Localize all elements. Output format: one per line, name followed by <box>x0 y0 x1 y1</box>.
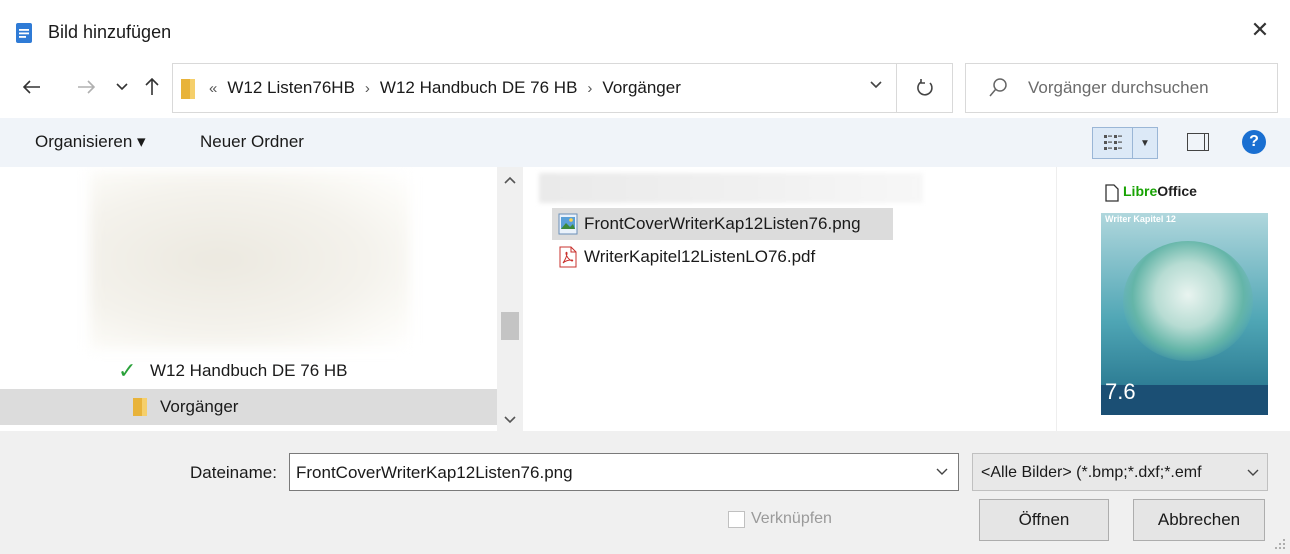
help-icon[interactable]: ? <box>1242 130 1266 154</box>
writer-document-icon <box>16 23 32 43</box>
scroll-up-icon[interactable] <box>497 171 523 187</box>
tree-item-label: W12 Handbuch DE 76 HB <box>150 361 348 380</box>
preview-pane: LibreOffice Writer Kapitel 12 7.6 <box>1056 167 1290 431</box>
title-bar: Bild hinzufügen ✕ <box>0 0 1290 60</box>
breadcrumb-item[interactable]: W12 Listen76HB <box>227 78 355 98</box>
view-options[interactable]: ▼ <box>1092 127 1158 159</box>
file-name: FrontCoverWriterKap12Listen76.png <box>584 214 861 233</box>
cover-brand: LibreOffice <box>1123 183 1197 199</box>
breadcrumb-overflow[interactable]: « <box>209 80 217 97</box>
breadcrumb-item[interactable]: Vorgänger <box>602 78 680 98</box>
cancel-button[interactable]: Abbrechen <box>1133 499 1265 541</box>
file-type-value: <Alle Bilder> (*.bmp;*.dxf;*.emf <box>981 464 1202 481</box>
breadcrumb-item[interactable]: W12 Handbuch DE 76 HB <box>380 78 578 98</box>
file-item-pdf[interactable]: WriterKapitel12ListenLO76.pdf <box>552 241 893 273</box>
refresh-button[interactable] <box>897 63 953 113</box>
open-button[interactable]: Öffnen <box>979 499 1109 541</box>
folder-icon <box>133 398 147 416</box>
image-file-icon <box>558 213 578 235</box>
search-input[interactable]: Vorgänger durchsuchen <box>965 63 1278 113</box>
tree-scrollbar[interactable] <box>497 167 523 431</box>
resize-grip-icon[interactable] <box>1274 538 1286 550</box>
refresh-icon <box>916 79 933 96</box>
chevron-down-icon[interactable] <box>108 72 136 102</box>
address-dropdown-icon[interactable] <box>870 76 882 94</box>
search-icon <box>989 78 1007 97</box>
cover-preview-image: LibreOffice Writer Kapitel 12 7.6 <box>1101 179 1268 415</box>
navigation-bar: « W12 Listen76HB › W12 Handbuch DE 76 HB… <box>0 60 1290 114</box>
navigation-pane: ✓ W12 Handbuch DE 76 HB Vorgänger <box>0 167 497 431</box>
scroll-down-icon[interactable] <box>497 411 523 427</box>
preview-pane-icon[interactable] <box>1187 133 1209 151</box>
cover-brand-libre: Libre <box>1123 183 1158 199</box>
search-placeholder: Vorgänger durchsuchen <box>1028 78 1209 97</box>
check-icon: ✓ <box>118 358 137 383</box>
tree-item-vorganger[interactable]: Vorgänger <box>0 389 497 425</box>
view-dropdown-icon[interactable]: ▼ <box>1133 128 1157 158</box>
blurred-header <box>539 173 923 203</box>
cover-subtitle: Writer Kapitel 12 <box>1105 214 1176 224</box>
folder-icon <box>181 79 195 99</box>
cover-brand-office: Office <box>1157 183 1197 199</box>
chevron-down-icon[interactable] <box>1243 464 1259 480</box>
cover-version: 7.6 <box>1105 379 1136 404</box>
link-checkbox-label: Verknüpfen <box>751 510 832 527</box>
libreoffice-logo-icon <box>1105 184 1119 202</box>
close-icon[interactable]: ✕ <box>1248 18 1272 42</box>
breadcrumb-separator[interactable]: › <box>587 80 592 97</box>
filename-label: Dateiname: <box>190 463 277 482</box>
window-title: Bild hinzufügen <box>48 22 172 42</box>
address-bar[interactable]: « W12 Listen76HB › W12 Handbuch DE 76 HB… <box>172 63 897 113</box>
cover-artwork <box>1123 241 1253 361</box>
dialog-footer: Dateiname: FrontCoverWriterKap12Listen76… <box>0 431 1290 554</box>
organize-menu[interactable]: Organisieren ▾ <box>35 132 146 152</box>
pdf-file-icon <box>559 246 577 268</box>
file-name: WriterKapitel12ListenLO76.pdf <box>584 247 816 266</box>
arrow-left-icon[interactable] <box>18 72 46 102</box>
tree-item-label: Vorgänger <box>160 397 239 416</box>
filename-value: FrontCoverWriterKap12Listen76.png <box>296 463 573 482</box>
chevron-down-icon[interactable] <box>936 463 948 479</box>
arrow-up-icon[interactable] <box>138 72 166 102</box>
file-item-png[interactable]: FrontCoverWriterKap12Listen76.png <box>552 208 893 240</box>
command-toolbar: Organisieren ▾ Neuer Ordner ▼ ? <box>0 118 1290 167</box>
new-folder-button[interactable]: Neuer Ordner <box>200 132 304 152</box>
view-tiles-icon[interactable] <box>1093 128 1133 158</box>
file-list: FrontCoverWriterKap12Listen76.png Writer… <box>523 167 1056 431</box>
tree-item-w12-handbuch[interactable]: ✓ W12 Handbuch DE 76 HB <box>0 353 497 389</box>
filename-field[interactable]: FrontCoverWriterKap12Listen76.png <box>289 453 959 491</box>
arrow-right-icon[interactable] <box>72 72 100 102</box>
file-type-select[interactable]: <Alle Bilder> (*.bmp;*.dxf;*.emf <box>972 453 1268 491</box>
breadcrumb-separator[interactable]: › <box>365 80 370 97</box>
blurred-region <box>90 171 410 349</box>
scroll-thumb[interactable] <box>501 312 519 340</box>
link-checkbox[interactable] <box>728 511 745 528</box>
breadcrumb: « W12 Listen76HB › W12 Handbuch DE 76 HB… <box>209 78 681 98</box>
